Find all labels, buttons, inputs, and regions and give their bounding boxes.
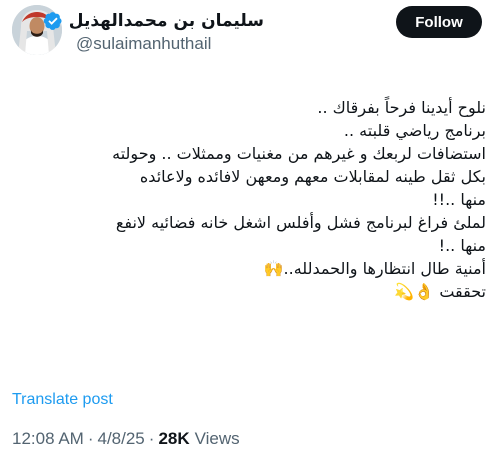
tweet-line: لملئ فراغ لبرنامج فشل وأفلس اشغل خانه فض… [115, 213, 486, 232]
tweet-text: نلوح أيدينا فرحاً بفرقاك .. برنامج رياضي… [12, 96, 486, 303]
tweet-date[interactable]: 4/8/25 [98, 429, 145, 449]
translate-post-link[interactable]: Translate post [12, 391, 113, 409]
display-name[interactable]: سليمان بن محمدالهذيل [69, 11, 264, 31]
follow-button[interactable]: Follow [396, 6, 482, 38]
author-handle[interactable]: @sulaimanhuthail [76, 34, 211, 54]
tweet-line: منها ..!! [432, 190, 486, 209]
tweet-line: تحققت 👌💫 [394, 282, 486, 301]
views-count: 28K [158, 429, 190, 448]
author-name-row[interactable]: سليمان بن محمدالهذيل [43, 8, 264, 34]
verified-badge-icon [43, 12, 62, 30]
views-label: Views [194, 429, 240, 448]
tweet-line: بكل ثقل طينه لمقابلات معهم ومعهن لافائده… [139, 167, 486, 186]
tweet-time[interactable]: 12:08 AM [12, 429, 84, 449]
tweet-line: استضافات لربعك و غيرهم من مغنيات وممثلات… [112, 144, 486, 163]
meta-separator: · [87, 429, 94, 448]
tweet-line: أمنية طال انتظارها والحمدلله..🙌 [263, 259, 486, 278]
tweet-line: نلوح أيدينا فرحاً بفرقاك .. [317, 98, 486, 117]
meta-separator: · [148, 429, 155, 448]
tweet-line: برنامج رياضي قلبته .. [343, 121, 486, 140]
tweet-meta: 12:08 AM · 4/8/25 · 28K Views [12, 429, 240, 449]
tweet-line: منها ..! [438, 236, 486, 255]
